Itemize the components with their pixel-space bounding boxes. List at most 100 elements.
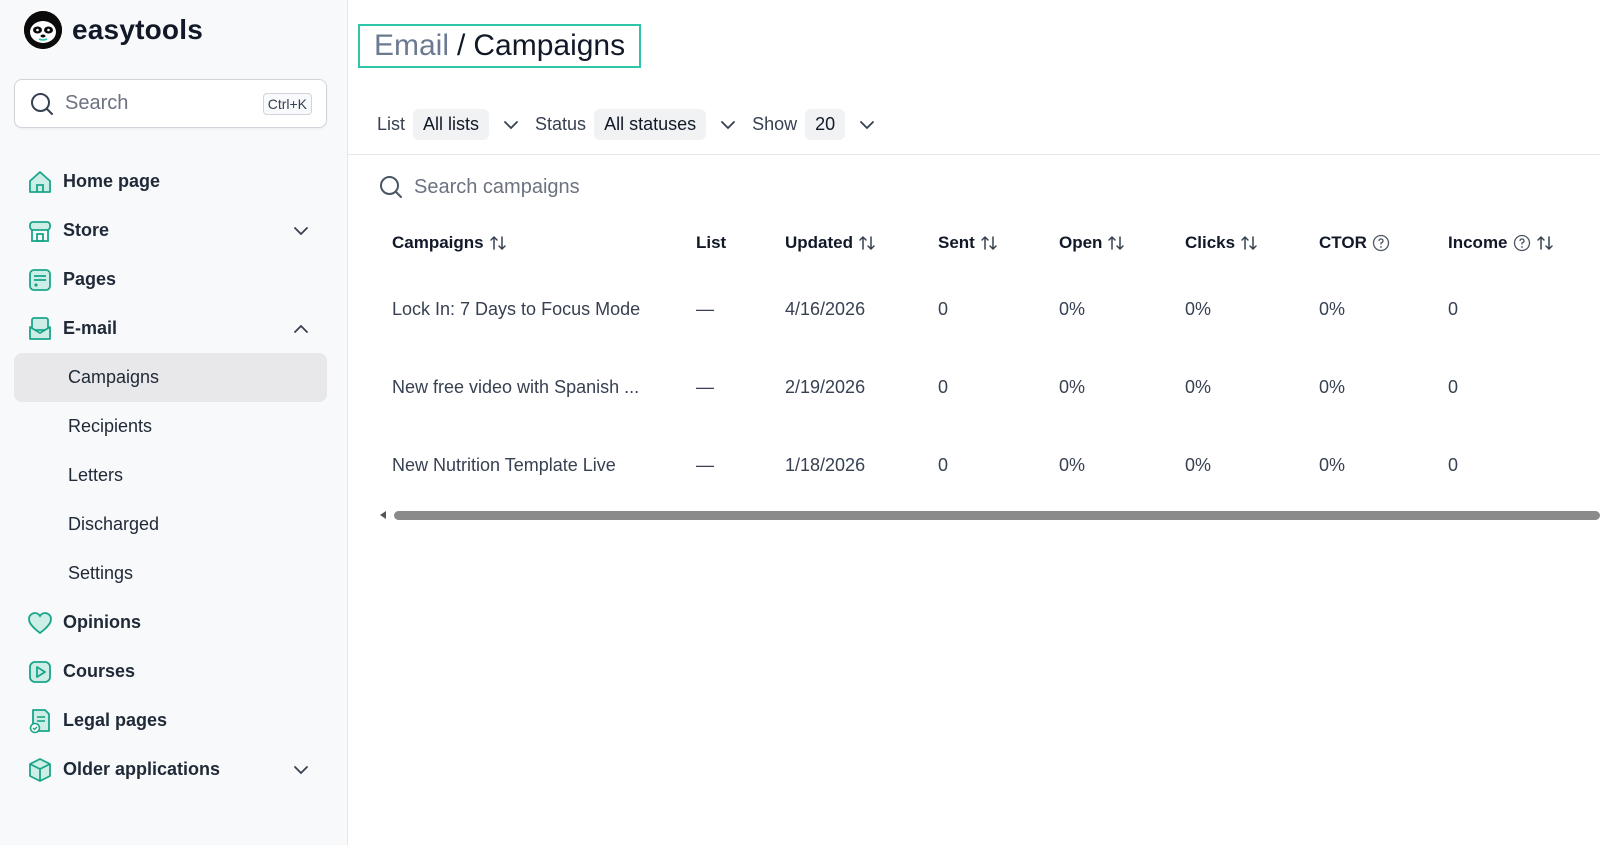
sidebar-subitem-campaigns[interactable]: Campaigns [14, 353, 327, 402]
column-header-campaigns[interactable]: Campaigns [392, 233, 508, 253]
sidebar-item-legal-pages[interactable]: Legal pages [14, 696, 327, 745]
page-title: Campaigns [473, 29, 626, 62]
column-label: List [696, 233, 727, 252]
cell-clicks: 0% [1185, 299, 1212, 319]
table-row[interactable]: New Nutrition Template Live — 1/18/2026 … [392, 455, 1600, 479]
sloth-logo-icon [24, 11, 62, 49]
column-label: Sent [938, 233, 975, 252]
campaign-name-link[interactable]: New Nutrition Template Live [392, 455, 616, 476]
column-label: Clicks [1185, 233, 1236, 252]
status-filter-label: Status [535, 114, 587, 134]
help-circle-icon[interactable] [1513, 234, 1531, 252]
column-header-income[interactable]: Income [1448, 233, 1555, 253]
chevron-down-icon [294, 766, 308, 775]
sort-icon [981, 235, 997, 251]
pages-icon [26, 266, 54, 294]
table-row[interactable]: Lock In: 7 Days to Focus Mode — 4/16/202… [392, 299, 1600, 323]
chevron-down-icon[interactable] [857, 115, 877, 135]
search-shortcut: Ctrl+K [262, 92, 312, 115]
column-header-open[interactable]: Open [1059, 233, 1126, 253]
search-campaigns-placeholder: Search campaigns [414, 175, 580, 198]
sort-icon [1241, 235, 1257, 251]
show-filter-label: Show [752, 114, 798, 134]
global-search-input[interactable]: Search Ctrl+K [14, 79, 327, 128]
scrollbar-thumb[interactable] [394, 511, 1600, 520]
chevron-down-icon [294, 227, 308, 236]
sidebar-item-label: Store [63, 220, 110, 240]
cell-ctor: 0% [1319, 377, 1346, 397]
column-header-ctor: CTOR [1319, 233, 1390, 253]
box-icon [26, 756, 54, 784]
cell-updated: 4/16/2026 [785, 299, 866, 319]
sidebar-item-pages[interactable]: Pages [14, 255, 327, 304]
cell-updated: 1/18/2026 [785, 455, 866, 475]
sidebar-item-label: Older applications [63, 759, 221, 779]
table-row[interactable]: New free video with Spanish ... — 2/19/2… [392, 377, 1600, 401]
campaigns-table: Campaigns List Updated Sent Open Clicks [392, 227, 1600, 475]
breadcrumb-email-link[interactable]: Email [374, 29, 449, 63]
cell-list: — [696, 299, 714, 319]
store-icon [26, 217, 54, 245]
sidebar-subitem-letters[interactable]: Letters [14, 451, 327, 500]
campaign-name-link[interactable]: New free video with Spanish ... [392, 377, 639, 398]
sidebar-nav: Home page Store Pages E-mail Campaigns R… [14, 157, 327, 794]
search-icon [31, 92, 53, 115]
cell-open: 0% [1059, 455, 1086, 475]
sidebar-item-label: Courses [63, 661, 136, 681]
column-label: Income [1448, 233, 1508, 252]
status-filter-select[interactable]: All statuses [594, 109, 707, 140]
sidebar-subitem-discharged[interactable]: Discharged [14, 500, 327, 549]
play-icon [26, 658, 54, 686]
chevron-down-icon[interactable] [718, 115, 738, 135]
logo[interactable]: easytools [24, 11, 203, 49]
divider [348, 154, 1600, 155]
sort-icon [489, 235, 506, 251]
sidebar-item-label: E-mail [63, 318, 118, 338]
cell-clicks: 0% [1185, 377, 1212, 397]
sidebar-item-older-applications[interactable]: Older applications [14, 745, 327, 794]
column-header-list: List [696, 233, 726, 253]
column-label: CTOR [1319, 233, 1367, 252]
cell-list: — [696, 377, 714, 397]
cell-income: 0 [1448, 299, 1459, 319]
cell-list: — [696, 455, 714, 475]
chevron-up-icon [294, 324, 308, 333]
column-header-clicks[interactable]: Clicks [1185, 233, 1259, 253]
breadcrumb: Email / Campaigns [358, 24, 642, 68]
list-filter-select[interactable]: All lists [413, 109, 490, 140]
sidebar-item-label: Opinions [63, 612, 141, 632]
list-filter-label: List [377, 114, 406, 134]
sidebar-item-store[interactable]: Store [14, 206, 327, 255]
chevron-down-icon[interactable] [501, 115, 521, 135]
cell-updated: 2/19/2026 [785, 377, 866, 397]
campaign-name-link[interactable]: Lock In: 7 Days to Focus Mode [392, 299, 640, 320]
sort-icon [1108, 235, 1125, 251]
sidebar-item-home-page[interactable]: Home page [14, 157, 327, 206]
sidebar-item-e-mail[interactable]: E-mail [14, 304, 327, 353]
cell-clicks: 0% [1185, 455, 1212, 475]
sidebar-item-opinions[interactable]: Opinions [14, 598, 327, 647]
column-header-sent[interactable]: Sent [938, 233, 999, 253]
search-campaigns-input[interactable]: Search campaigns [378, 174, 580, 200]
horizontal-scrollbar[interactable] [380, 509, 1600, 521]
show-count-select[interactable]: 20 [805, 109, 846, 140]
cell-income: 0 [1448, 377, 1459, 397]
sidebar-item-label: Legal pages [63, 710, 168, 730]
column-header-updated[interactable]: Updated [785, 233, 877, 253]
sidebar-subitem-recipients[interactable]: Recipients [14, 402, 327, 451]
cell-income: 0 [1448, 455, 1459, 475]
sidebar-subitem-settings[interactable]: Settings [14, 549, 327, 598]
cell-sent: 0 [938, 299, 949, 319]
cell-sent: 0 [938, 455, 949, 475]
sidebar: easytools Search Ctrl+K Home page Store [0, 0, 348, 845]
cell-ctor: 0% [1319, 299, 1346, 319]
sidebar-item-courses[interactable]: Courses [14, 647, 327, 696]
help-circle-icon[interactable] [1372, 234, 1390, 252]
scroll-left-arrow-icon[interactable] [380, 511, 386, 519]
column-label: Campaigns [392, 233, 484, 252]
app-name: easytools [72, 14, 203, 45]
search-icon [380, 176, 402, 198]
search-placeholder: Search [65, 92, 129, 114]
sort-icon [1536, 235, 1553, 251]
cell-ctor: 0% [1319, 455, 1346, 475]
